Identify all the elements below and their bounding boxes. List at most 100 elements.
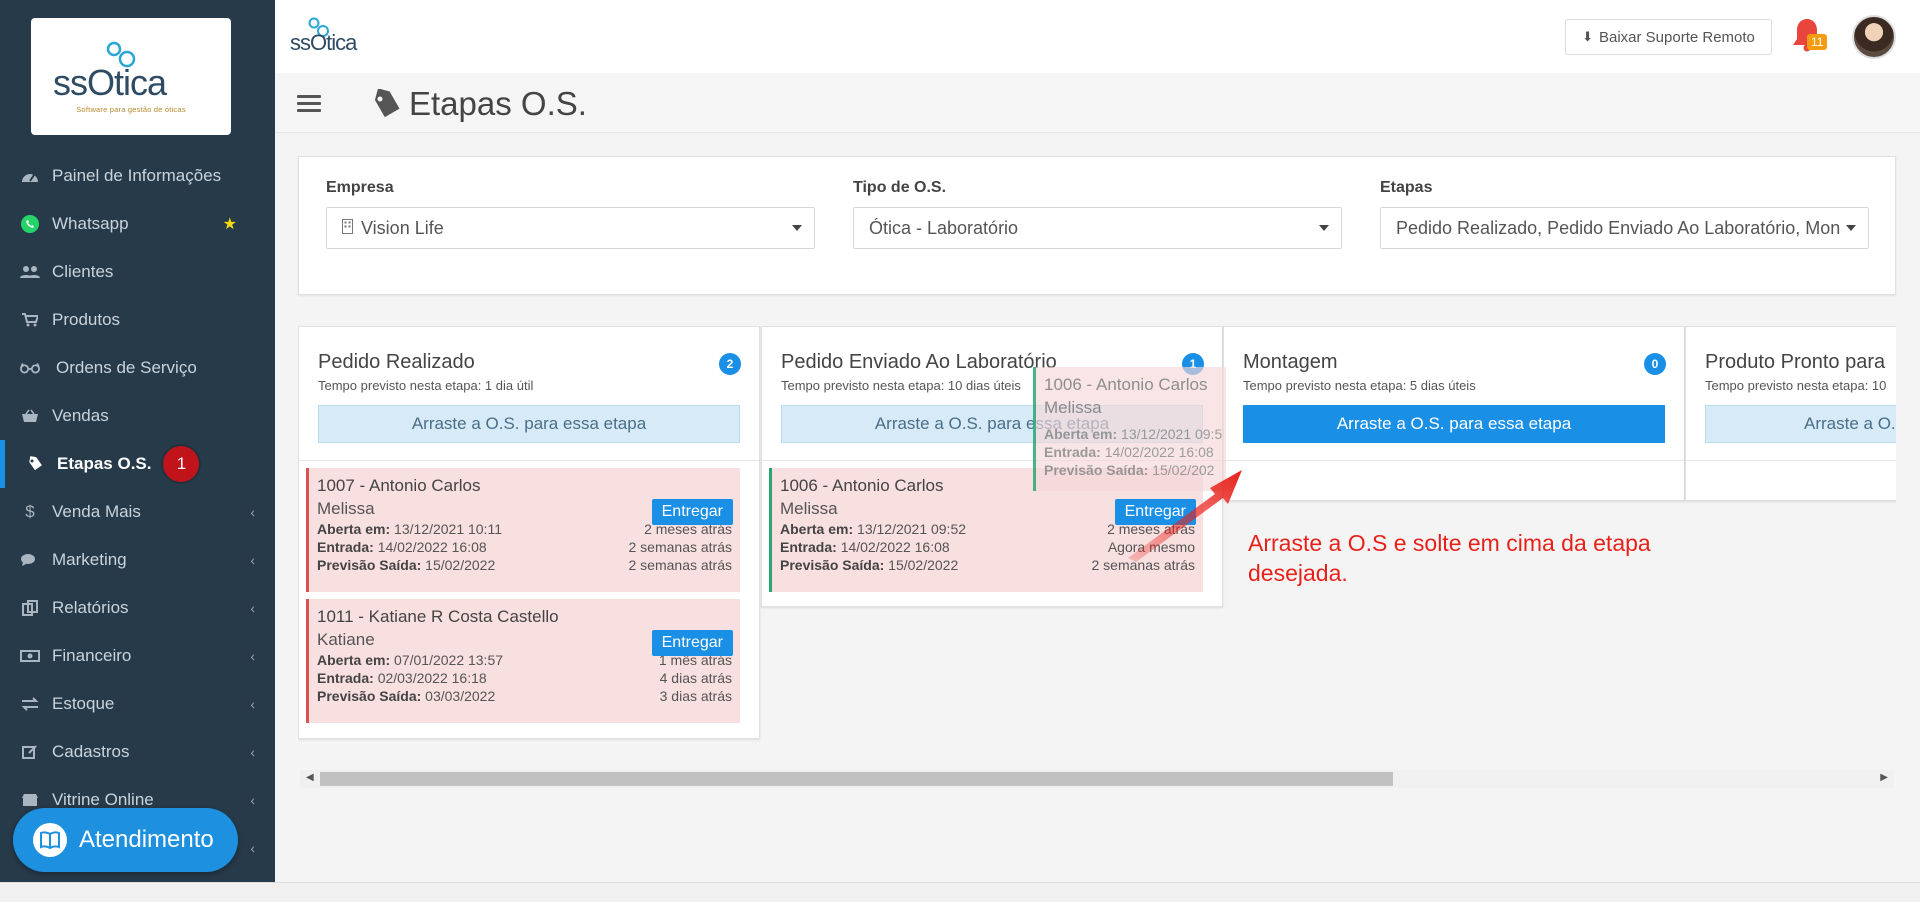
edit-icon xyxy=(20,744,40,760)
dollar-icon: $ xyxy=(25,502,35,521)
copy-icon xyxy=(20,600,40,616)
sidebar-item-label: Whatsapp xyxy=(52,214,129,233)
row-value: 03/03/2022 xyxy=(425,688,496,704)
cart-icon xyxy=(20,313,40,327)
stage-column: Montagem 0 Tempo previsto nesta etapa: 5… xyxy=(1223,326,1685,501)
dropzone-active[interactable]: Arraste a O.S. para essa etapa xyxy=(1243,405,1665,443)
top-logo-text: ssOtica xyxy=(290,30,358,55)
logo-tagline: Software para gestão de óticas xyxy=(76,105,186,114)
empresa-select[interactable]: Vision Life xyxy=(326,207,815,249)
tipo-filter: Tipo de O.S. Ótica - Laboratório xyxy=(853,179,1342,249)
sidebar-item-marketing[interactable]: Marketing ‹ xyxy=(0,536,275,584)
ticket-icon xyxy=(370,88,402,129)
atendimento-button[interactable]: Atendimento xyxy=(13,808,238,872)
tipo-select[interactable]: Ótica - Laboratório xyxy=(853,207,1342,249)
card-row: Entrada: 02/03/2022 16:18 4 dias atrás xyxy=(317,670,732,686)
chevron-left-icon: ‹ xyxy=(250,504,255,520)
empresa-label: Empresa xyxy=(326,179,394,196)
page-header: Etapas O.S. xyxy=(275,73,1920,133)
tag-icon xyxy=(25,456,45,472)
sidebar-item-financeiro[interactable]: Financeiro ‹ xyxy=(0,632,275,680)
row-relative: 2 semanas atrás xyxy=(628,557,733,573)
annotation-line: desejada. xyxy=(1248,560,1348,586)
row-value: 15/02/2022 xyxy=(425,557,496,573)
book-icon xyxy=(33,823,67,857)
caret-down-icon xyxy=(1846,225,1856,231)
column-subtitle: Tempo previsto nesta etapa: 10 xyxy=(1705,378,1887,393)
etapas-label: Etapas xyxy=(1380,179,1433,196)
sidebar-item-label: Painel de Informações xyxy=(52,166,222,185)
menu-toggle-icon[interactable] xyxy=(297,95,321,113)
chevron-left-icon: ‹ xyxy=(250,552,255,568)
row-label: Entrada: xyxy=(317,539,374,555)
filter-panel: Empresa Vision Life Tipo de O.S. Ótica -… xyxy=(298,156,1896,295)
dropzone[interactable]: Arraste a O.S. xyxy=(1705,405,1896,443)
empresa-value: Vision Life xyxy=(361,217,444,238)
atendimento-label: Atendimento xyxy=(79,826,214,853)
column-subtitle: Tempo previsto nesta etapa: 1 dia útil xyxy=(318,378,534,393)
sidebar-item-label: Relatórios xyxy=(52,598,129,617)
column-header: Montagem 0 Tempo previsto nesta etapa: 5… xyxy=(1224,327,1684,461)
scroll-left-icon[interactable]: ◀ xyxy=(306,772,314,783)
sidebar-item-label: Vendas xyxy=(52,406,109,425)
sidebar-item-whatsapp[interactable]: Whatsapp ★ xyxy=(0,200,275,248)
store-icon xyxy=(20,793,40,807)
sidebar: ssOtica Software para gestão de óticas P… xyxy=(0,0,275,882)
card-title: 1007 - Antonio Carlos xyxy=(317,476,481,495)
brand-logo[interactable]: ssOtica Software para gestão de óticas xyxy=(31,18,231,135)
chevron-left-icon: ‹ xyxy=(250,600,255,616)
entregar-button[interactable]: Entregar xyxy=(651,499,733,525)
sidebar-item-estoque[interactable]: Estoque ‹ xyxy=(0,680,275,728)
sidebar-item-produtos[interactable]: Produtos xyxy=(0,296,275,344)
sidebar-item-clientes[interactable]: Clientes xyxy=(0,248,275,296)
sidebar-item-relatorios[interactable]: Relatórios ‹ xyxy=(0,584,275,632)
row-relative: 2 semanas atrás xyxy=(628,539,733,555)
sidebar-item-label: Estoque xyxy=(52,694,115,713)
dropzone[interactable]: Arraste a O.S. para essa etapa xyxy=(318,405,740,443)
board-scrollbar[interactable]: ◀ ▶ xyxy=(300,770,1894,788)
empresa-filter: Empresa Vision Life xyxy=(326,179,815,249)
glasses-icon xyxy=(20,362,40,374)
row-label: Previsão Saída: xyxy=(780,557,885,573)
sidebar-item-cadastros[interactable]: Cadastros ‹ xyxy=(0,728,275,776)
row-label: Entrada: xyxy=(1044,444,1101,460)
page-scrollbar[interactable] xyxy=(0,882,1920,902)
row-value: 02/03/2022 16:18 xyxy=(377,670,487,686)
caret-down-icon xyxy=(792,225,802,231)
sidebar-item-vendas[interactable]: Vendas xyxy=(0,392,275,440)
row-label: Previsão Saída: xyxy=(317,557,422,573)
row-value: 07/01/2022 13:57 xyxy=(394,652,504,668)
column-title: Montagem xyxy=(1243,351,1338,373)
column-count-badge: 0 xyxy=(1644,353,1666,375)
os-card[interactable]: 1011 - Katiane R Costa Castello Katiane … xyxy=(306,599,740,723)
card-title: 1006 - Antonio Carlos xyxy=(1044,375,1208,394)
row-value: 14/02/2022 16:08 xyxy=(840,539,950,555)
chevron-left-icon: ‹ xyxy=(250,696,255,712)
download-support-button[interactable]: ⬇ Baixar Suporte Remoto xyxy=(1565,19,1772,55)
etapas-select[interactable]: Pedido Realizado, Pedido Enviado Ao Labo… xyxy=(1380,207,1869,249)
top-logo[interactable]: ssOtica xyxy=(290,16,370,56)
row-relative: 4 dias atrás xyxy=(659,670,732,686)
chevron-left-icon: ‹ xyxy=(250,792,255,808)
sidebar-item-label: Ordens de Serviço xyxy=(56,358,197,377)
step-badge: 1 xyxy=(163,446,200,482)
sidebar-item-etapas[interactable]: Etapas O.S. 1 xyxy=(0,440,275,488)
etapas-value: Pedido Realizado, Pedido Enviado Ao Labo… xyxy=(1396,217,1841,238)
avatar[interactable] xyxy=(1852,15,1896,59)
sidebar-item-painel[interactable]: Painel de Informações xyxy=(0,152,275,200)
column-title: Pedido Realizado xyxy=(318,351,475,373)
entregar-button[interactable]: Entregar xyxy=(651,630,733,656)
logo-graphic: ssOtica xyxy=(53,41,169,101)
scroll-right-icon[interactable]: ▶ xyxy=(1880,772,1888,783)
logo-text: ssOtica xyxy=(53,62,168,101)
comments-icon xyxy=(20,553,40,567)
sidebar-item-label: Marketing xyxy=(52,550,127,569)
sidebar-item-label: Clientes xyxy=(52,262,114,281)
download-icon: ⬇ xyxy=(1582,29,1593,44)
scrollbar-thumb[interactable] xyxy=(320,772,1393,786)
sidebar-item-venda-mais[interactable]: $ Venda Mais ‹ xyxy=(0,488,275,536)
os-card[interactable]: 1007 - Antonio Carlos Melissa Entregar A… xyxy=(306,468,740,592)
money-icon xyxy=(20,650,40,662)
sidebar-item-ordens[interactable]: Ordens de Serviço xyxy=(0,344,275,392)
row-label: Aberta em: xyxy=(317,652,391,668)
